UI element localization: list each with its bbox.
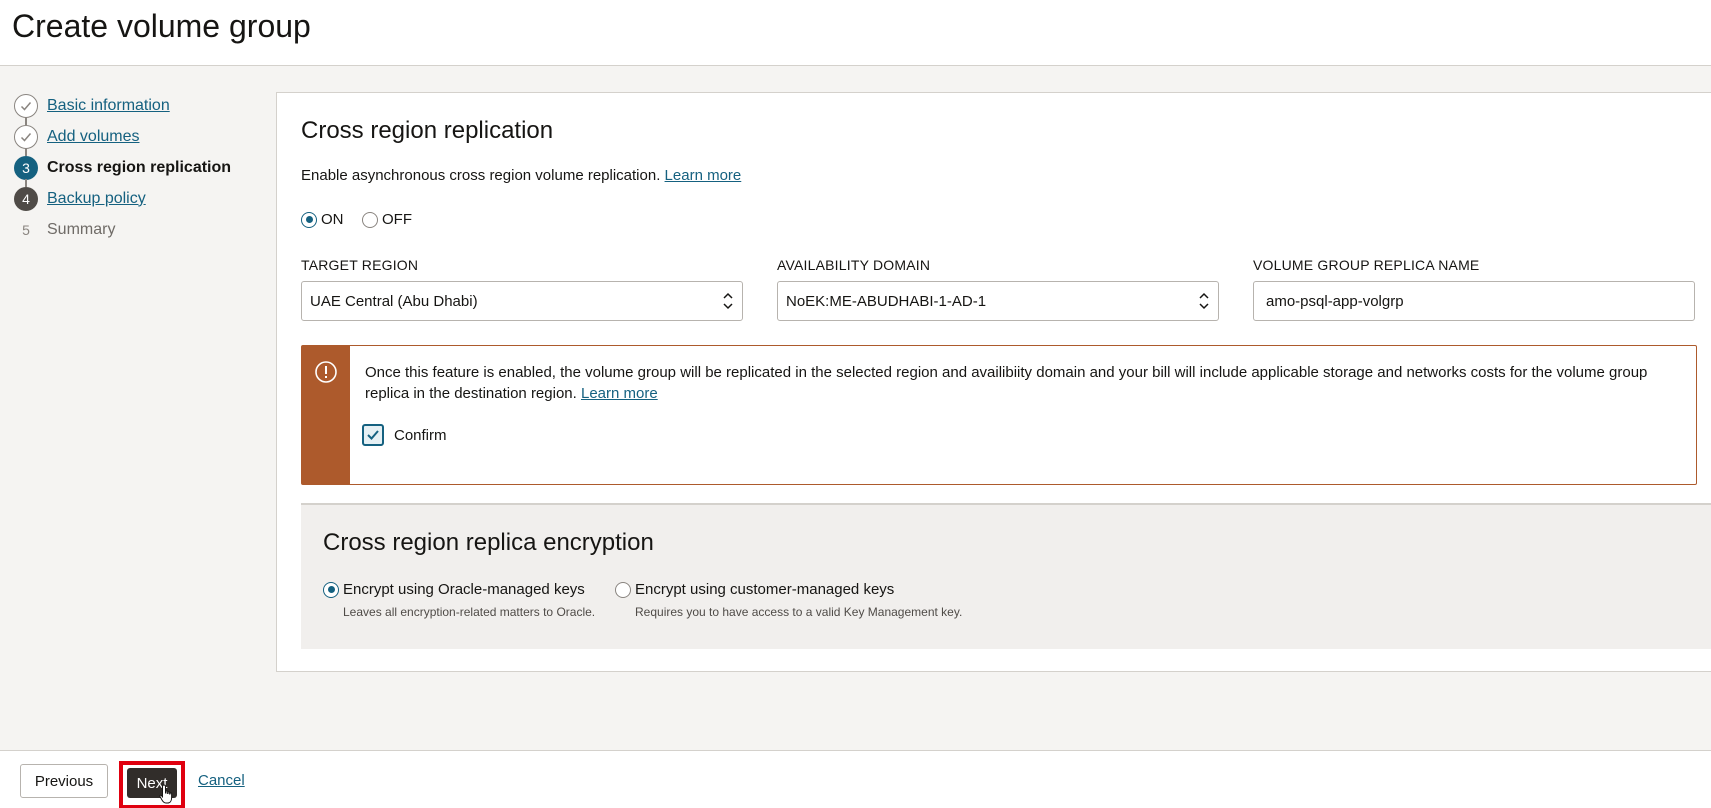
radio-label: Encrypt using Oracle-managed keys <box>343 581 585 598</box>
chevron-up-down-icon <box>723 292 733 310</box>
step-number: 5 <box>22 221 30 238</box>
step-label: Cross region replication <box>47 158 232 176</box>
radio-unchecked-icon <box>615 581 631 598</box>
warning-alert: Once this feature is enabled, the volume… <box>301 345 1697 485</box>
step-label[interactable]: Add volumes <box>47 128 140 146</box>
check-icon <box>14 93 38 118</box>
oracle-managed-keys-description: Leaves all encryption-related matters to… <box>343 605 596 619</box>
replication-off-radio[interactable]: OFF <box>362 211 412 228</box>
step-backup-policy[interactable]: 4 Backup policy <box>14 183 264 214</box>
hand-cursor-icon <box>159 784 173 804</box>
step-label[interactable]: Basic information <box>47 97 170 115</box>
section-title: Cross region replication <box>301 117 554 144</box>
checkbox-checked-icon <box>362 424 384 446</box>
check-icon <box>14 124 38 149</box>
encryption-section: Cross region replica encryption Encrypt … <box>301 503 1711 649</box>
radio-label: ON <box>321 211 344 228</box>
previous-button[interactable]: Previous <box>20 764 108 798</box>
chevron-up-down-icon <box>1199 292 1209 310</box>
warning-icon <box>315 361 337 383</box>
step-summary: 5 Summary <box>14 214 264 245</box>
radio-label: Encrypt using customer-managed keys <box>635 581 895 598</box>
target-region-label: TARGET REGION <box>301 257 419 273</box>
target-region-select[interactable]: UAE Central (Abu Dhabi) <box>301 281 743 321</box>
select-value: NoEK:ME-ABUDHABI-1-AD-1 <box>786 292 987 310</box>
warning-learn-more-link[interactable]: Learn more <box>581 385 658 402</box>
replication-panel: Cross region replication Enable asynchro… <box>276 92 1711 672</box>
cancel-link[interactable]: Cancel <box>198 772 245 789</box>
radio-checked-icon <box>301 211 317 228</box>
customer-managed-keys-description: Requires you to have access to a valid K… <box>635 605 963 619</box>
replica-name-label: VOLUME GROUP REPLICA NAME <box>1253 257 1480 273</box>
replica-name-input[interactable] <box>1253 281 1695 321</box>
replication-description: Enable asynchronous cross region volume … <box>301 167 741 184</box>
step-number: 4 <box>14 186 38 211</box>
oracle-managed-keys-radio[interactable]: Encrypt using Oracle-managed keys <box>323 581 585 598</box>
step-cross-region-replication: 3 Cross region replication <box>14 152 264 187</box>
page-title: Create volume group <box>12 8 311 44</box>
encryption-title: Cross region replica encryption <box>323 529 654 556</box>
learn-more-link[interactable]: Learn more <box>665 167 742 184</box>
availability-domain-select[interactable]: NoEK:ME-ABUDHABI-1-AD-1 <box>777 281 1219 321</box>
availability-domain-label: AVAILABILITY DOMAIN <box>777 257 931 273</box>
warning-text: Once this feature is enabled, the volume… <box>365 364 1648 402</box>
confirm-checkbox[interactable]: Confirm <box>362 424 447 446</box>
step-add-volumes[interactable]: Add volumes <box>14 121 264 156</box>
step-number: 3 <box>14 155 38 180</box>
warning-message: Once this feature is enabled, the volume… <box>365 362 1675 404</box>
wizard-steps: Basic information Add volumes 3 Cross re… <box>14 90 264 245</box>
radio-unchecked-icon <box>362 211 378 228</box>
step-label: Summary <box>47 220 116 238</box>
wizard-footer: Previous Next Cancel <box>0 750 1711 808</box>
step-label[interactable]: Backup policy <box>47 190 146 208</box>
customer-managed-keys-radio[interactable]: Encrypt using customer-managed keys <box>615 581 894 598</box>
page-header: Create volume group <box>0 0 1711 66</box>
warning-stripe <box>302 346 350 484</box>
confirm-label: Confirm <box>394 426 447 444</box>
step-basic-information[interactable]: Basic information <box>14 90 264 125</box>
select-value: UAE Central (Abu Dhabi) <box>310 292 478 310</box>
radio-label: OFF <box>382 211 412 228</box>
radio-checked-icon <box>323 581 339 598</box>
replication-on-radio[interactable]: ON <box>301 211 344 228</box>
description-text: Enable asynchronous cross region volume … <box>301 167 661 184</box>
